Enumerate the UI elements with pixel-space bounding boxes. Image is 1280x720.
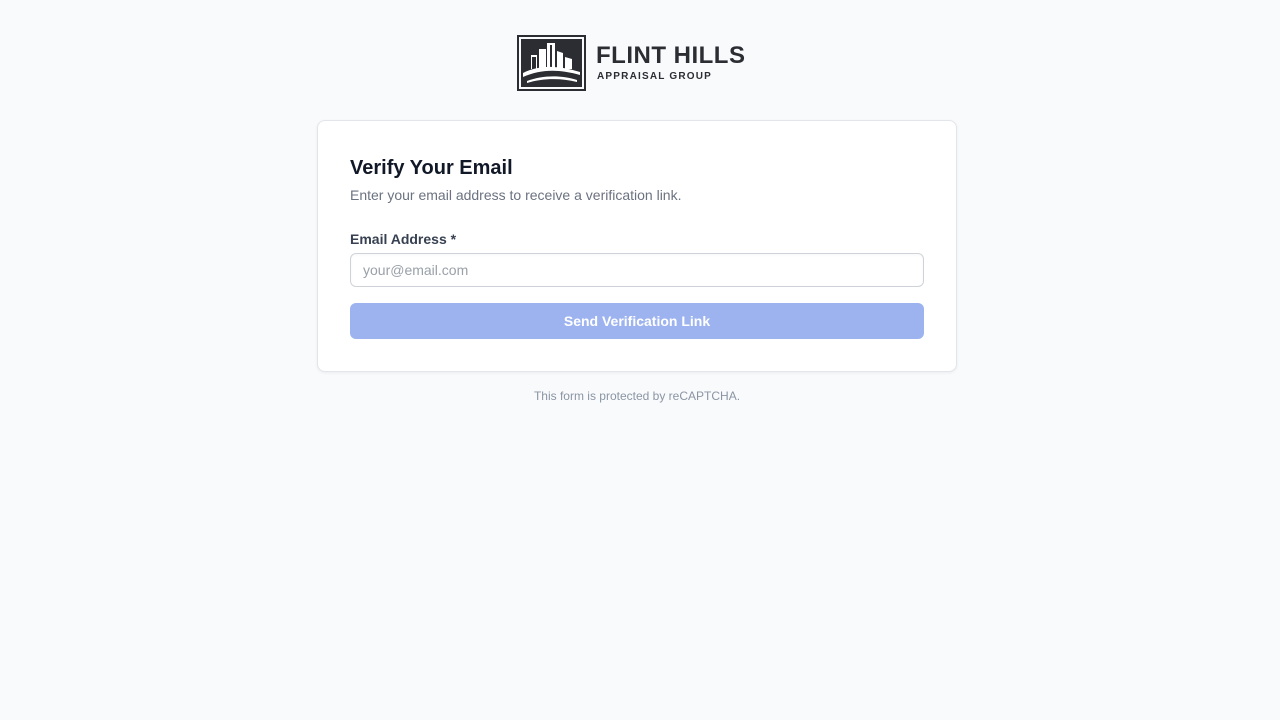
brand-logo: FLINT HILLS APPRAISAL GROUP (517, 35, 745, 91)
page-subtitle: Enter your email address to receive a ve… (350, 187, 682, 203)
brand-name: FLINT HILLS (596, 41, 746, 69)
brand-wordmark: FLINT HILLS APPRAISAL GROUP (596, 41, 746, 83)
building-logo-icon (517, 35, 586, 91)
email-input[interactable] (350, 253, 924, 287)
brand-tagline: APPRAISAL GROUP (597, 70, 713, 82)
verify-email-card: Verify Your Email Enter your email addre… (317, 120, 957, 372)
page: FLINT HILLS APPRAISAL GROUP Verify Your … (0, 0, 1280, 720)
page-title: Verify Your Email (350, 157, 513, 179)
send-verification-button[interactable]: Send Verification Link (350, 303, 924, 339)
email-label: Email Address * (350, 231, 457, 247)
recaptcha-notice: This form is protected by reCAPTCHA. (533, 389, 741, 403)
